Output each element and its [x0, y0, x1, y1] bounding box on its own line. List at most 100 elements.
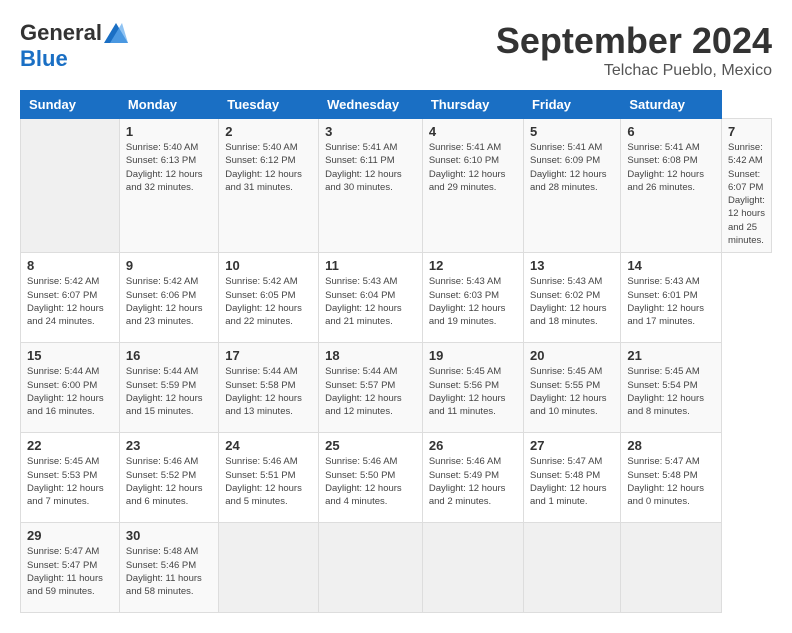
day-number: 26 — [429, 438, 517, 453]
logo-icon — [104, 23, 128, 43]
day-info: Sunrise: 5:45 AM Sunset: 5:53 PM Dayligh… — [27, 455, 113, 508]
day-number: 14 — [627, 258, 715, 273]
day-number: 9 — [126, 258, 212, 273]
day-cell: 2 Sunrise: 5:40 AM Sunset: 6:12 PM Dayli… — [219, 119, 319, 253]
day-info: Sunrise: 5:42 AM Sunset: 6:05 PM Dayligh… — [225, 275, 312, 328]
location: Telchac Pueblo, Mexico — [496, 62, 772, 80]
day-number: 25 — [325, 438, 416, 453]
day-info: Sunrise: 5:41 AM Sunset: 6:11 PM Dayligh… — [325, 141, 416, 194]
col-header-monday: Monday — [119, 91, 218, 119]
day-cell: 15 Sunrise: 5:44 AM Sunset: 6:00 PM Dayl… — [21, 343, 120, 433]
day-cell: 27 Sunrise: 5:47 AM Sunset: 5:48 PM Dayl… — [523, 433, 620, 523]
day-cell: 10 Sunrise: 5:42 AM Sunset: 6:05 PM Dayl… — [219, 253, 319, 343]
day-number: 15 — [27, 348, 113, 363]
title-section: September 2024 Telchac Pueblo, Mexico — [496, 20, 772, 80]
day-info: Sunrise: 5:44 AM Sunset: 5:59 PM Dayligh… — [126, 365, 212, 418]
day-info: Sunrise: 5:46 AM Sunset: 5:51 PM Dayligh… — [225, 455, 312, 508]
day-info: Sunrise: 5:47 AM Sunset: 5:48 PM Dayligh… — [530, 455, 614, 508]
day-cell: 21 Sunrise: 5:45 AM Sunset: 5:54 PM Dayl… — [621, 343, 722, 433]
day-info: Sunrise: 5:41 AM Sunset: 6:09 PM Dayligh… — [530, 141, 614, 194]
day-number: 2 — [225, 124, 312, 139]
month-title: September 2024 — [496, 20, 772, 62]
day-number: 21 — [627, 348, 715, 363]
col-header-saturday: Saturday — [621, 91, 722, 119]
day-number: 20 — [530, 348, 614, 363]
day-info: Sunrise: 5:44 AM Sunset: 5:58 PM Dayligh… — [225, 365, 312, 418]
day-cell: 11 Sunrise: 5:43 AM Sunset: 6:04 PM Dayl… — [319, 253, 423, 343]
week-row-3: 15 Sunrise: 5:44 AM Sunset: 6:00 PM Dayl… — [21, 343, 772, 433]
day-cell: 17 Sunrise: 5:44 AM Sunset: 5:58 PM Dayl… — [219, 343, 319, 433]
day-cell: 25 Sunrise: 5:46 AM Sunset: 5:50 PM Dayl… — [319, 433, 423, 523]
day-cell — [422, 523, 523, 613]
day-number: 13 — [530, 258, 614, 273]
day-number: 17 — [225, 348, 312, 363]
col-header-wednesday: Wednesday — [319, 91, 423, 119]
day-cell: 28 Sunrise: 5:47 AM Sunset: 5:48 PM Dayl… — [621, 433, 722, 523]
day-number: 29 — [27, 528, 113, 543]
day-number: 10 — [225, 258, 312, 273]
day-cell: 29 Sunrise: 5:47 AM Sunset: 5:47 PM Dayl… — [21, 523, 120, 613]
day-cell: 3 Sunrise: 5:41 AM Sunset: 6:11 PM Dayli… — [319, 119, 423, 253]
day-cell: 7 Sunrise: 5:42 AM Sunset: 6:07 PM Dayli… — [721, 119, 771, 253]
day-info: Sunrise: 5:44 AM Sunset: 5:57 PM Dayligh… — [325, 365, 416, 418]
day-cell: 6 Sunrise: 5:41 AM Sunset: 6:08 PM Dayli… — [621, 119, 722, 253]
day-number: 6 — [627, 124, 715, 139]
day-number: 5 — [530, 124, 614, 139]
day-info: Sunrise: 5:43 AM Sunset: 6:03 PM Dayligh… — [429, 275, 517, 328]
day-cell: 13 Sunrise: 5:43 AM Sunset: 6:02 PM Dayl… — [523, 253, 620, 343]
day-number: 23 — [126, 438, 212, 453]
day-cell: 8 Sunrise: 5:42 AM Sunset: 6:07 PM Dayli… — [21, 253, 120, 343]
day-number: 4 — [429, 124, 517, 139]
day-cell: 20 Sunrise: 5:45 AM Sunset: 5:55 PM Dayl… — [523, 343, 620, 433]
day-cell: 1 Sunrise: 5:40 AM Sunset: 6:13 PM Dayli… — [119, 119, 218, 253]
week-row-2: 8 Sunrise: 5:42 AM Sunset: 6:07 PM Dayli… — [21, 253, 772, 343]
day-cell — [319, 523, 423, 613]
week-row-1: 1 Sunrise: 5:40 AM Sunset: 6:13 PM Dayli… — [21, 119, 772, 253]
day-cell: 9 Sunrise: 5:42 AM Sunset: 6:06 PM Dayli… — [119, 253, 218, 343]
day-cell: 16 Sunrise: 5:44 AM Sunset: 5:59 PM Dayl… — [119, 343, 218, 433]
day-info: Sunrise: 5:43 AM Sunset: 6:04 PM Dayligh… — [325, 275, 416, 328]
day-info: Sunrise: 5:43 AM Sunset: 6:02 PM Dayligh… — [530, 275, 614, 328]
day-cell — [621, 523, 722, 613]
day-info: Sunrise: 5:44 AM Sunset: 6:00 PM Dayligh… — [27, 365, 113, 418]
day-number: 1 — [126, 124, 212, 139]
day-cell: 5 Sunrise: 5:41 AM Sunset: 6:09 PM Dayli… — [523, 119, 620, 253]
day-number: 7 — [728, 124, 765, 139]
day-info: Sunrise: 5:41 AM Sunset: 6:10 PM Dayligh… — [429, 141, 517, 194]
day-number: 30 — [126, 528, 212, 543]
day-info: Sunrise: 5:43 AM Sunset: 6:01 PM Dayligh… — [627, 275, 715, 328]
day-info: Sunrise: 5:47 AM Sunset: 5:48 PM Dayligh… — [627, 455, 715, 508]
header: General Blue September 2024 Telchac Pueb… — [20, 20, 772, 80]
calendar-table: SundayMondayTuesdayWednesdayThursdayFrid… — [20, 90, 772, 613]
day-cell — [219, 523, 319, 613]
day-cell: 4 Sunrise: 5:41 AM Sunset: 6:10 PM Dayli… — [422, 119, 523, 253]
day-number: 16 — [126, 348, 212, 363]
day-cell: 23 Sunrise: 5:46 AM Sunset: 5:52 PM Dayl… — [119, 433, 218, 523]
logo-general-text: General — [20, 20, 102, 46]
day-info: Sunrise: 5:45 AM Sunset: 5:56 PM Dayligh… — [429, 365, 517, 418]
day-cell: 30 Sunrise: 5:48 AM Sunset: 5:46 PM Dayl… — [119, 523, 218, 613]
day-info: Sunrise: 5:45 AM Sunset: 5:55 PM Dayligh… — [530, 365, 614, 418]
day-number: 12 — [429, 258, 517, 273]
day-info: Sunrise: 5:42 AM Sunset: 6:07 PM Dayligh… — [728, 141, 765, 247]
day-info: Sunrise: 5:40 AM Sunset: 6:13 PM Dayligh… — [126, 141, 212, 194]
day-number: 8 — [27, 258, 113, 273]
logo-blue-text: Blue — [20, 46, 68, 72]
logo: General Blue — [20, 20, 128, 72]
col-header-sunday: Sunday — [21, 91, 120, 119]
day-cell: 24 Sunrise: 5:46 AM Sunset: 5:51 PM Dayl… — [219, 433, 319, 523]
col-header-tuesday: Tuesday — [219, 91, 319, 119]
day-cell: 22 Sunrise: 5:45 AM Sunset: 5:53 PM Dayl… — [21, 433, 120, 523]
day-number: 11 — [325, 258, 416, 273]
day-number: 28 — [627, 438, 715, 453]
day-number: 19 — [429, 348, 517, 363]
day-info: Sunrise: 5:46 AM Sunset: 5:52 PM Dayligh… — [126, 455, 212, 508]
day-info: Sunrise: 5:45 AM Sunset: 5:54 PM Dayligh… — [627, 365, 715, 418]
day-cell: 26 Sunrise: 5:46 AM Sunset: 5:49 PM Dayl… — [422, 433, 523, 523]
day-number: 3 — [325, 124, 416, 139]
day-cell: 14 Sunrise: 5:43 AM Sunset: 6:01 PM Dayl… — [621, 253, 722, 343]
header-row: SundayMondayTuesdayWednesdayThursdayFrid… — [21, 91, 772, 119]
day-info: Sunrise: 5:42 AM Sunset: 6:07 PM Dayligh… — [27, 275, 113, 328]
col-header-thursday: Thursday — [422, 91, 523, 119]
day-cell: 18 Sunrise: 5:44 AM Sunset: 5:57 PM Dayl… — [319, 343, 423, 433]
